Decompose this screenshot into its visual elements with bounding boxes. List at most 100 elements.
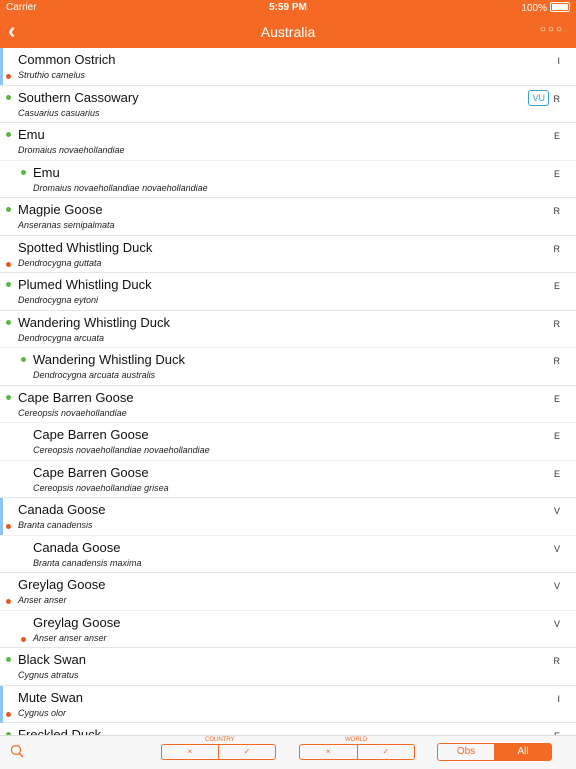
common-name: Wandering Whistling Duck [33, 352, 185, 367]
status-code: I [557, 693, 560, 704]
scientific-name: Casuarius casuarius [18, 107, 100, 118]
common-name: Cape Barren Goose [33, 427, 149, 442]
status-code: R [553, 243, 561, 254]
page-title: Australia [260, 24, 316, 40]
list-item[interactable]: Magpie Goose Anseranas semipalmata R [0, 198, 576, 236]
common-name: Common Ostrich [18, 52, 116, 67]
world-exclude-button[interactable]: × [300, 745, 357, 759]
obs-all-toggle[interactable]: Obs All [437, 743, 552, 761]
common-name: Emu [18, 127, 45, 142]
list-item[interactable]: Greylag Goose Anser anser V [0, 573, 576, 611]
list-item[interactable]: Emu Dromaius novaehollandiae E [0, 123, 576, 161]
scientific-name: Anseranas semipalmata [18, 220, 115, 230]
vulnerable-badge: VU [528, 89, 549, 106]
status-dot-icon [6, 711, 11, 717]
country-filter-label: COUNTRY [205, 737, 235, 743]
common-name: Black Swan [18, 652, 86, 667]
list-item[interactable]: Spotted Whistling Duck Dendrocygna gutta… [0, 236, 576, 273]
status-code: I [557, 56, 560, 66]
clock: 5:59 PM [269, 2, 307, 13]
list-item[interactable]: Greylag Goose Anser anser anser V [0, 611, 576, 648]
status-code: V [553, 543, 560, 554]
list-item[interactable]: Mute Swan Cygnus olor I [0, 685, 576, 723]
list-item[interactable]: Wandering Whistling Duck Dendrocygna arc… [0, 348, 576, 386]
status-code: R [553, 206, 561, 216]
common-name: Greylag Goose [18, 577, 106, 592]
nav-bar: ‹ Australia ○○○ [0, 16, 576, 48]
scientific-name: Dendrocygna eytoni [18, 295, 99, 305]
list-item[interactable]: Canada Goose Branta canadensis V [0, 498, 576, 536]
selection-bar [0, 685, 3, 723]
common-name: Cape Barren Goose [18, 389, 134, 405]
common-name: Magpie Goose [18, 202, 103, 217]
selection-bar [0, 498, 3, 535]
scientific-name: Dendrocygna guttata [18, 257, 102, 268]
status-dot-icon [6, 319, 11, 325]
country-exclude-button[interactable]: × [162, 745, 218, 759]
status-code: E [553, 393, 560, 404]
country-include-button[interactable]: ✓ [218, 745, 275, 759]
selection-bar [0, 48, 3, 85]
search-icon[interactable] [10, 744, 24, 758]
common-name: Southern Cassowary [18, 89, 139, 105]
status-dot-icon [6, 599, 11, 604]
common-name: Mute Swan [18, 689, 84, 705]
scientific-name: Cereopsis novaehollandiae grisea [33, 482, 169, 493]
scientific-name: Dendrocygna arcuata [18, 332, 105, 343]
scientific-name: Cygnus atratus [18, 670, 79, 680]
list-item[interactable]: Emu Dromaius novaehollandiae novaehollan… [0, 161, 576, 198]
scientific-name: Anser anser anser [33, 632, 107, 643]
common-name: Canada Goose [18, 502, 106, 517]
world-filter[interactable]: × ✓ [299, 744, 415, 760]
list-item[interactable]: Plumed Whistling Duck Dendrocygna eytoni… [0, 273, 576, 311]
scientific-name: Cereopsis novaehollandiae [18, 407, 127, 418]
list-item[interactable]: Common Ostrich Struthio camelus I [0, 48, 576, 86]
common-name: Plumed Whistling Duck [18, 277, 152, 292]
common-name: Spotted Whistling Duck [18, 239, 153, 255]
more-options-button[interactable]: ○○○ [540, 24, 564, 35]
status-dot-icon [6, 394, 11, 400]
list-item[interactable]: Southern Cassowary Casuarius casuarius V… [0, 86, 576, 123]
status-bar: Carrier 5:59 PM 100% [0, 0, 576, 16]
status-code: R [553, 318, 561, 329]
status-code: V [553, 506, 560, 516]
status-dot-icon [21, 357, 26, 362]
status-dot-icon [6, 282, 11, 287]
list-item[interactable]: Wandering Whistling Duck Dendrocygna arc… [0, 311, 576, 348]
status-code: E [553, 131, 560, 141]
scientific-name: Dendrocygna arcuata australis [33, 370, 156, 380]
scientific-name: Cygnus olor [18, 707, 67, 718]
status-code: E [553, 281, 560, 291]
common-name: Greylag Goose [33, 614, 121, 630]
status-code: R [553, 356, 561, 366]
scientific-name: Dromaius novaehollandiae novaehollandiae [33, 182, 208, 193]
bottom-toolbar: COUNTRY × ✓ WORLD × ✓ Obs All [0, 735, 576, 769]
list-item[interactable]: Black Swan Cygnus atratus R [0, 648, 576, 686]
common-name: Emu [33, 164, 60, 180]
status-dot-icon [6, 94, 11, 100]
scientific-name: Dromaius novaehollandiae [18, 145, 125, 155]
status-code: R [553, 656, 561, 666]
world-include-button[interactable]: ✓ [356, 745, 415, 759]
list-item[interactable]: Canada Goose Branta canadensis maxima V [0, 536, 576, 573]
list-item[interactable]: Freckled Duck E [0, 723, 576, 735]
common-name: Freckled Duck [18, 727, 102, 735]
all-button[interactable]: All [494, 744, 551, 760]
status-dot-icon [21, 636, 26, 642]
scientific-name: Branta canadensis [18, 520, 93, 530]
status-code: E [553, 468, 560, 479]
scientific-name: Cereopsis novaehollandiae novaehollandia… [33, 445, 210, 455]
status-dot-icon [6, 524, 11, 529]
status-code: V [553, 581, 560, 591]
list-item[interactable]: Cape Barren Goose Cereopsis novaeholland… [0, 461, 576, 498]
common-name: Cape Barren Goose [33, 464, 149, 480]
scientific-name: Struthio camelus [18, 70, 86, 80]
battery-indicator: 100% [521, 2, 570, 14]
list-item[interactable]: Cape Barren Goose Cereopsis novaeholland… [0, 386, 576, 423]
obs-button[interactable]: Obs [438, 744, 494, 760]
species-list[interactable]: Common Ostrich Struthio camelus I Southe… [0, 48, 576, 735]
list-item[interactable]: Cape Barren Goose Cereopsis novaeholland… [0, 423, 576, 461]
country-filter[interactable]: × ✓ [161, 744, 276, 760]
scientific-name: Anser anser [18, 595, 67, 605]
battery-label: 100% [521, 3, 547, 14]
